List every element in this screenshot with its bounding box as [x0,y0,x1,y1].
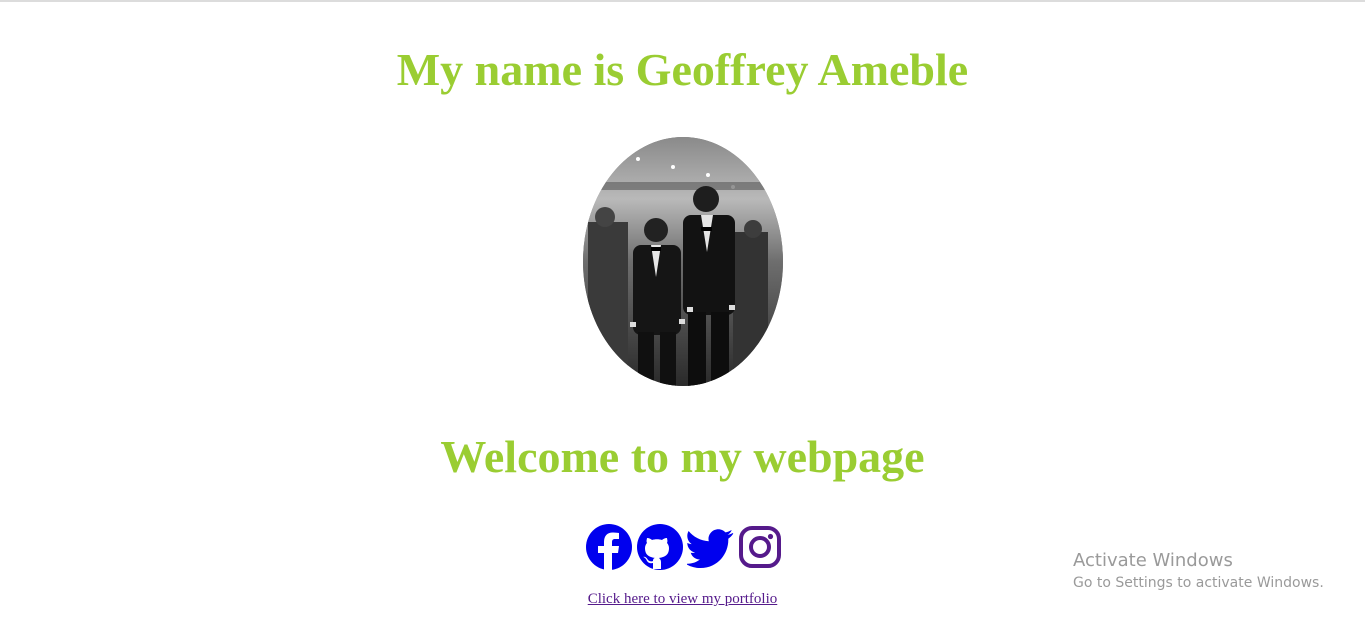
page-title: My name is Geoffrey Ameble [396,44,969,95]
facebook-link[interactable] [585,523,633,571]
welcome-heading: Welcome to my webpage [440,431,925,482]
instagram-link[interactable] [738,523,782,569]
activate-windows-watermark: Activate Windows Go to Settings to activ… [1073,550,1324,594]
profile-photo-image [583,137,783,386]
social-links [583,523,783,573]
github-icon [637,524,683,570]
watermark-subtitle: Go to Settings to activate Windows. [1073,575,1324,591]
twitter-link[interactable] [687,523,735,571]
instagram-icon [739,526,781,568]
top-border [0,0,1365,2]
profile-photo [583,137,783,386]
github-link[interactable] [636,523,684,571]
twitter-icon [687,529,734,568]
facebook-icon [586,524,632,571]
watermark-title: Activate Windows [1073,550,1233,571]
